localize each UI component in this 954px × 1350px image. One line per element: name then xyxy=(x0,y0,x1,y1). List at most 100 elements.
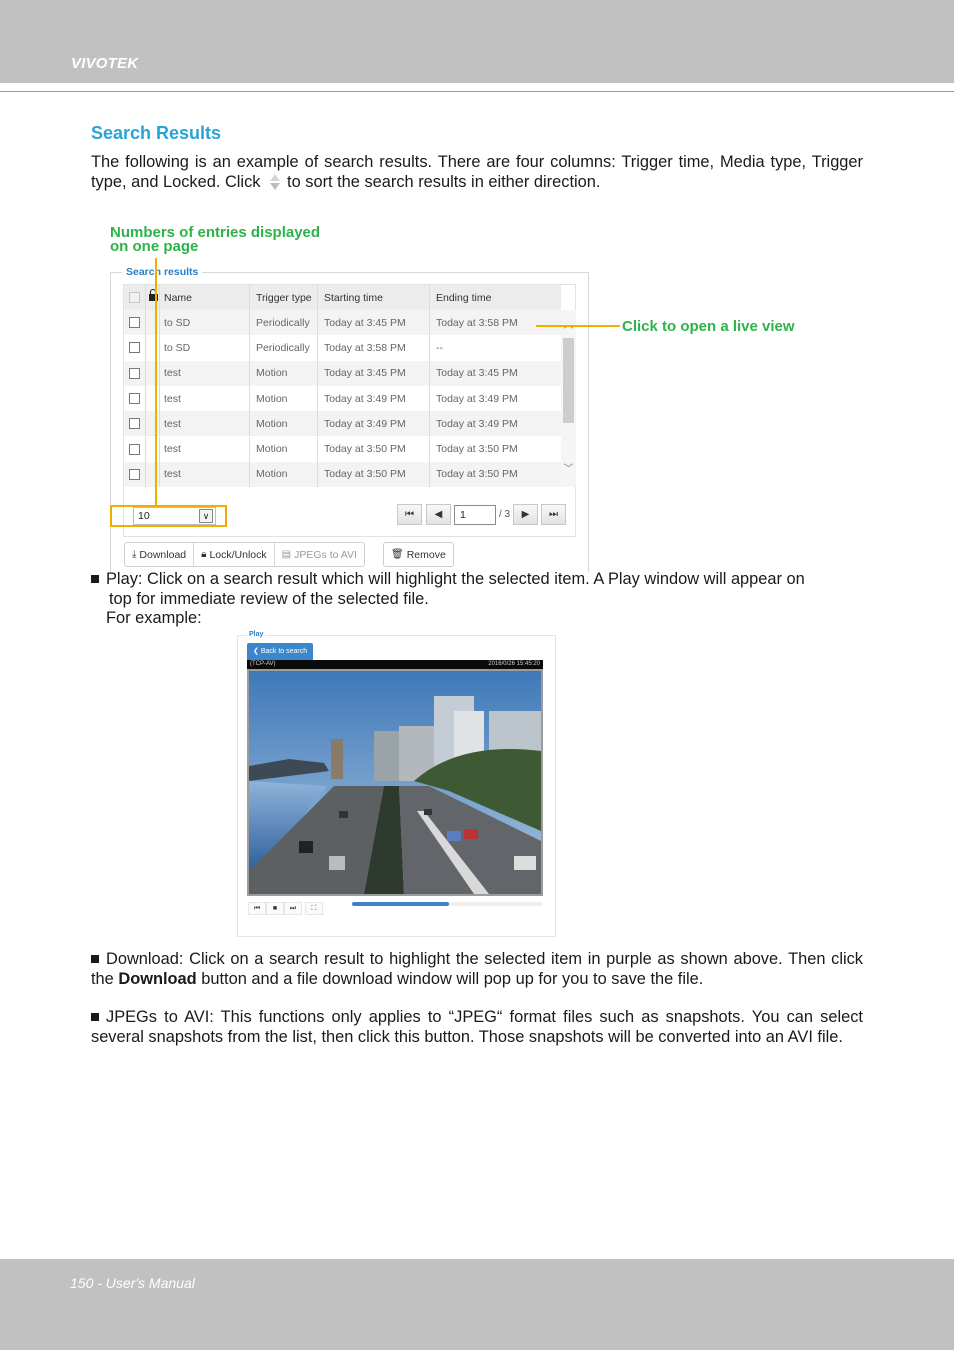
video-info-bar: (TCP-AV) 2016/0/26 15:45:20 xyxy=(247,660,543,669)
search-results-legend: Search results xyxy=(122,266,203,278)
rewind-button[interactable]: ⏮ xyxy=(248,902,266,915)
row-end: Today at 3:49 PM xyxy=(436,392,518,405)
jpegs-to-avi-button[interactable]: ▤ JPEGs to AVI xyxy=(275,543,364,566)
total-pages-label: / 3 xyxy=(499,509,511,520)
jpegs-to-avi-label: JPEGs to AVI xyxy=(294,548,357,561)
bullet-square-icon xyxy=(91,955,99,963)
remove-button-group: 🗑︎ Remove xyxy=(383,542,454,567)
first-page-button[interactable]: ⏮ xyxy=(397,504,422,525)
prev-page-button[interactable]: ◀ xyxy=(426,504,451,525)
page-number-input[interactable]: 1 xyxy=(454,505,496,525)
lock-unlock-button[interactable]: 🔒︎ Lock/Unlock xyxy=(194,543,275,566)
row-start: Today at 3:49 PM xyxy=(318,411,430,437)
row-name: test xyxy=(160,411,250,437)
column-header-name[interactable]: Name xyxy=(160,285,250,310)
play-window-legend: Play xyxy=(247,631,266,638)
row-name: to SD xyxy=(160,335,250,361)
stop-button[interactable]: ■ xyxy=(266,902,284,915)
download-icon: ⤓ xyxy=(132,548,137,560)
row-name: test xyxy=(160,385,250,412)
select-all-checkbox[interactable] xyxy=(129,292,140,303)
entries-per-page-annotation: Numbers of entries displayed on one page xyxy=(110,225,320,255)
table-row[interactable]: test Motion Today at 3:50 PM Today at 3:… xyxy=(124,461,561,488)
row-start: Today at 3:49 PM xyxy=(318,385,430,412)
download-text-2: button and a file download window will p… xyxy=(201,969,704,988)
row-trigger: Motion xyxy=(250,360,318,386)
row-trigger: Motion xyxy=(250,385,318,412)
results-table: Name Trigger type Starting time Ending t… xyxy=(123,284,576,537)
row-end: Today at 3:49 PM xyxy=(436,417,518,430)
row-checkbox[interactable] xyxy=(129,443,140,455)
back-to-search-label: Back to search xyxy=(260,648,308,655)
row-end: Today at 3:58 PM xyxy=(436,316,518,329)
row-checkbox[interactable] xyxy=(129,317,140,329)
remove-label: Remove xyxy=(406,548,446,561)
row-checkbox[interactable] xyxy=(129,367,140,379)
row-name: to SD xyxy=(160,310,250,336)
fullscreen-button[interactable]: ⛶ xyxy=(305,902,323,915)
bullet-square-icon xyxy=(91,575,99,583)
play-example-label: For example: xyxy=(106,609,202,627)
section-title: Search Results xyxy=(91,123,222,143)
row-checkbox[interactable] xyxy=(129,393,140,405)
page-footer xyxy=(0,1259,954,1350)
table-row[interactable]: to SD Periodically Today at 3:58 PM -- xyxy=(124,335,561,361)
download-button[interactable]: ⤓ Download xyxy=(125,543,195,566)
playback-progress-bar[interactable] xyxy=(352,902,543,906)
table-header: Name Trigger type Starting time Ending t… xyxy=(124,285,561,310)
row-name: test xyxy=(160,360,250,386)
column-header-starting-time[interactable]: Starting time xyxy=(318,285,430,310)
page-header xyxy=(0,0,954,83)
row-start: Today at 3:45 PM xyxy=(318,360,430,386)
row-name: test xyxy=(160,461,250,488)
row-trigger: Motion xyxy=(250,461,318,488)
table-row[interactable]: test Motion Today at 3:45 PM Today at 3:… xyxy=(124,360,561,386)
remove-button[interactable]: 🗑︎ Remove xyxy=(384,543,453,566)
play-text-1: Play: Click on a search result which wil… xyxy=(106,570,805,588)
row-trigger: Motion xyxy=(250,436,318,462)
playback-progress-fill xyxy=(352,902,450,906)
film-icon: ▤ xyxy=(281,548,292,560)
stream-label: (TCP-AV) xyxy=(250,661,276,667)
brand-label: VIVOTEK xyxy=(71,55,139,72)
download-bullet: Download: Click on a search result to hi… xyxy=(91,950,863,989)
next-page-button[interactable]: ▶ xyxy=(513,504,538,525)
trash-icon: 🗑︎ xyxy=(391,548,404,560)
back-to-search-button[interactable]: ❮ Back to search xyxy=(247,643,313,660)
city-highway-image xyxy=(249,671,541,894)
lock-icon: 🔒︎ xyxy=(201,548,207,560)
table-row[interactable]: to SD Periodically Today at 3:45 PM Toda… xyxy=(124,310,561,336)
row-checkbox[interactable] xyxy=(129,342,140,354)
table-row[interactable]: test Motion Today at 3:49 PM Today at 3:… xyxy=(124,385,561,412)
table-row[interactable]: test Motion Today at 3:50 PM Today at 3:… xyxy=(124,436,561,462)
video-timestamp: 2016/0/26 15:45:20 xyxy=(488,661,540,667)
row-start: Today at 3:50 PM xyxy=(318,436,430,462)
last-page-button[interactable]: ⏭ xyxy=(541,504,566,525)
video-frame[interactable] xyxy=(247,669,543,896)
callout-box-entries xyxy=(110,505,227,527)
chevron-down-icon[interactable]: ﹀ xyxy=(563,465,574,475)
table-row[interactable]: test Motion Today at 3:49 PM Today at 3:… xyxy=(124,411,561,437)
download-text-bold: Download xyxy=(118,969,197,988)
chevron-left-icon: ❮ xyxy=(253,648,261,655)
header-divider xyxy=(0,91,954,92)
sort-up-down-icon xyxy=(269,173,281,191)
bullet-square-icon xyxy=(91,1013,99,1021)
scrollbar-thumb[interactable] xyxy=(563,338,574,423)
row-end: -- xyxy=(436,341,443,354)
intro-paragraph: The following is an example of search re… xyxy=(91,152,863,192)
live-view-annotation: Click to open a live view xyxy=(622,318,795,335)
lock-unlock-label: Lock/Unlock xyxy=(209,548,267,561)
row-end: Today at 3:45 PM xyxy=(436,367,518,380)
column-header-ending-time[interactable]: Ending time xyxy=(430,285,561,310)
row-name: test xyxy=(160,436,250,462)
row-checkbox[interactable] xyxy=(129,418,140,430)
fast-forward-button[interactable]: ⏭ xyxy=(284,902,302,915)
row-end: Today at 3:50 PM xyxy=(436,443,518,456)
column-header-trigger-type[interactable]: Trigger type xyxy=(250,285,318,310)
row-start: Today at 3:45 PM xyxy=(318,310,430,336)
row-checkbox[interactable] xyxy=(129,468,140,480)
annotation-line-2: on one page xyxy=(110,238,199,255)
row-end: Today at 3:50 PM xyxy=(436,468,518,481)
play-bullet: Play: Click on a search result which wil… xyxy=(91,570,863,629)
